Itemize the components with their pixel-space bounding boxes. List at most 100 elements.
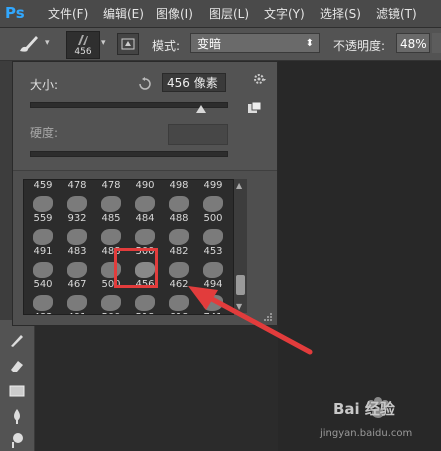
brush-preset-selected[interactable]: 456	[128, 258, 162, 291]
brush-tip-icon	[135, 196, 155, 212]
brush-tip-icon	[169, 196, 189, 212]
brush-preset-size: 467	[67, 279, 87, 290]
brush-preset-picker[interactable]: 456	[66, 31, 100, 59]
brush-preset-size: 491	[33, 246, 53, 257]
brush-preset-cell[interactable]: 932	[60, 192, 94, 225]
opacity-dropdown-button[interactable]	[432, 33, 441, 53]
blur-icon[interactable]	[9, 408, 25, 424]
menu-file[interactable]: 文件(F)	[48, 5, 88, 22]
scroll-down-icon[interactable]: ▼	[236, 302, 242, 311]
brush-tip-icon	[203, 295, 223, 311]
eraser-icon[interactable]	[9, 358, 25, 374]
brush-preset-cell[interactable]: 483	[60, 225, 94, 258]
brush-tip-icon	[67, 295, 87, 311]
brush-preset-size: 491	[60, 312, 94, 314]
brush-picker-arrow-icon[interactable]: ▾	[101, 38, 106, 48]
brush-preset-cell[interactable]: 540	[26, 258, 60, 291]
brush-preset-cell[interactable]: 483	[26, 291, 60, 314]
brush-preset-cell[interactable]: 500	[94, 291, 128, 314]
resize-grip-icon[interactable]	[263, 312, 273, 322]
brush-preset-size: 498	[169, 180, 189, 191]
brush-preset-cell[interactable]: 494	[196, 258, 230, 291]
brush-tip-icon	[33, 262, 53, 278]
brush-tool-icon[interactable]	[16, 33, 42, 55]
select-arrows-icon: ⬍	[305, 38, 314, 49]
brush-preset-cell[interactable]: 500	[196, 192, 230, 225]
brush-preset-size: 518	[128, 312, 162, 314]
brush-preset-cell[interactable]: 741	[196, 291, 230, 314]
history-brush-icon[interactable]	[9, 332, 25, 348]
brush-preset-size: 540	[33, 279, 53, 290]
brush-preset-size: 500	[203, 213, 223, 224]
brush-preset-size: 482	[169, 246, 189, 257]
brush-preset-size: 478	[101, 180, 121, 191]
menu-type[interactable]: 文字(Y)	[264, 5, 305, 22]
scroll-up-icon[interactable]: ▲	[236, 181, 242, 190]
brush-preset-size: 500	[101, 279, 121, 290]
brush-preset-cell[interactable]: 498	[162, 180, 196, 192]
options-bar: ▾ 456 ▾ 模式: 变暗 ⬍ 不透明度: 48%	[0, 28, 441, 61]
brush-preset-cell[interactable]: 459	[26, 180, 60, 192]
brush-preset-cell[interactable]: 462	[162, 258, 196, 291]
hardness-input	[168, 124, 228, 145]
menu-bar: Ps 文件(F) 编辑(E) 图像(I) 图层(L) 文字(Y) 选择(S) 滤…	[0, 0, 441, 28]
brush-preset-size: 484	[135, 213, 155, 224]
brush-tip-icon	[67, 229, 87, 245]
brush-preset-size: 488	[101, 246, 121, 257]
brush-panel-toggle-button[interactable]	[117, 33, 139, 55]
brush-preset-cell[interactable]: 500	[128, 225, 162, 258]
brush-tip-icon	[101, 295, 121, 311]
brush-preset-size: 462	[169, 279, 189, 290]
brush-preset-cell[interactable]: 478	[60, 180, 94, 192]
menu-image[interactable]: 图像(I)	[156, 5, 193, 22]
size-slider-thumb[interactable]	[195, 105, 206, 113]
dodge-icon[interactable]	[9, 432, 25, 448]
brush-tip-icon	[203, 229, 223, 245]
brush-preset-cell[interactable]: 518	[128, 291, 162, 314]
tool-preset-arrow-icon[interactable]: ▾	[45, 38, 50, 48]
reset-size-icon[interactable]	[138, 77, 152, 91]
brush-preset-cell[interactable]: 490	[128, 180, 162, 192]
brush-settings-section: 大小: 456 像素 硬度:	[13, 62, 277, 171]
brush-tip-icon	[101, 196, 121, 212]
brush-stroke-icon	[78, 35, 88, 45]
brush-preset-cell[interactable]: 491	[26, 225, 60, 258]
brush-preset-cell[interactable]: 499	[196, 180, 230, 192]
menu-filter[interactable]: 滤镜(T)	[376, 5, 417, 22]
brush-tip-icon	[135, 229, 155, 245]
opacity-input[interactable]: 48%	[396, 33, 430, 53]
brush-preset-cell[interactable]: 484	[128, 192, 162, 225]
size-input[interactable]: 456 像素	[162, 73, 226, 92]
menu-select[interactable]: 选择(S)	[320, 5, 361, 22]
mode-label: 模式:	[152, 39, 181, 53]
brush-preset-cell[interactable]: 485	[94, 192, 128, 225]
new-preset-icon[interactable]	[248, 102, 261, 113]
brush-preset-list[interactable]: 459 478 478 490 498 499 559 932 485 484 488 500 491 4…	[23, 179, 234, 315]
gradient-icon[interactable]	[9, 383, 25, 399]
menu-layer[interactable]: 图层(L)	[209, 5, 249, 22]
brush-preset-size: 490	[135, 180, 155, 191]
menu-edit[interactable]: 编辑(E)	[103, 5, 144, 22]
brush-tip-icon	[135, 295, 155, 311]
brush-tip-icon	[33, 196, 53, 212]
brush-preset-cell[interactable]: 618	[162, 291, 196, 314]
brush-tip-icon	[67, 196, 87, 212]
brush-preset-size: 453	[203, 246, 223, 257]
watermark-url: jingyan.baidu.com	[320, 428, 413, 439]
brush-preset-cell[interactable]: 478	[94, 180, 128, 192]
gear-icon[interactable]	[253, 72, 267, 86]
brush-preset-cell[interactable]: 559	[26, 192, 60, 225]
brush-preset-cell[interactable]: 500	[94, 258, 128, 291]
brush-preset-cell[interactable]: 488	[94, 225, 128, 258]
brush-preset-size: 618	[162, 312, 196, 314]
size-label: 大小:	[30, 78, 59, 92]
brush-preset-cell[interactable]: 467	[60, 258, 94, 291]
brush-preset-cell[interactable]: 453	[196, 225, 230, 258]
scrollbar-thumb[interactable]	[236, 275, 245, 295]
brush-preset-size: 459	[33, 180, 53, 191]
brush-preset-cell[interactable]: 488	[162, 192, 196, 225]
blend-mode-select[interactable]: 变暗 ⬍	[190, 33, 320, 53]
brush-preset-cell[interactable]: 482	[162, 225, 196, 258]
brush-preset-size: 485	[101, 213, 121, 224]
brush-preset-cell[interactable]: 491	[60, 291, 94, 314]
